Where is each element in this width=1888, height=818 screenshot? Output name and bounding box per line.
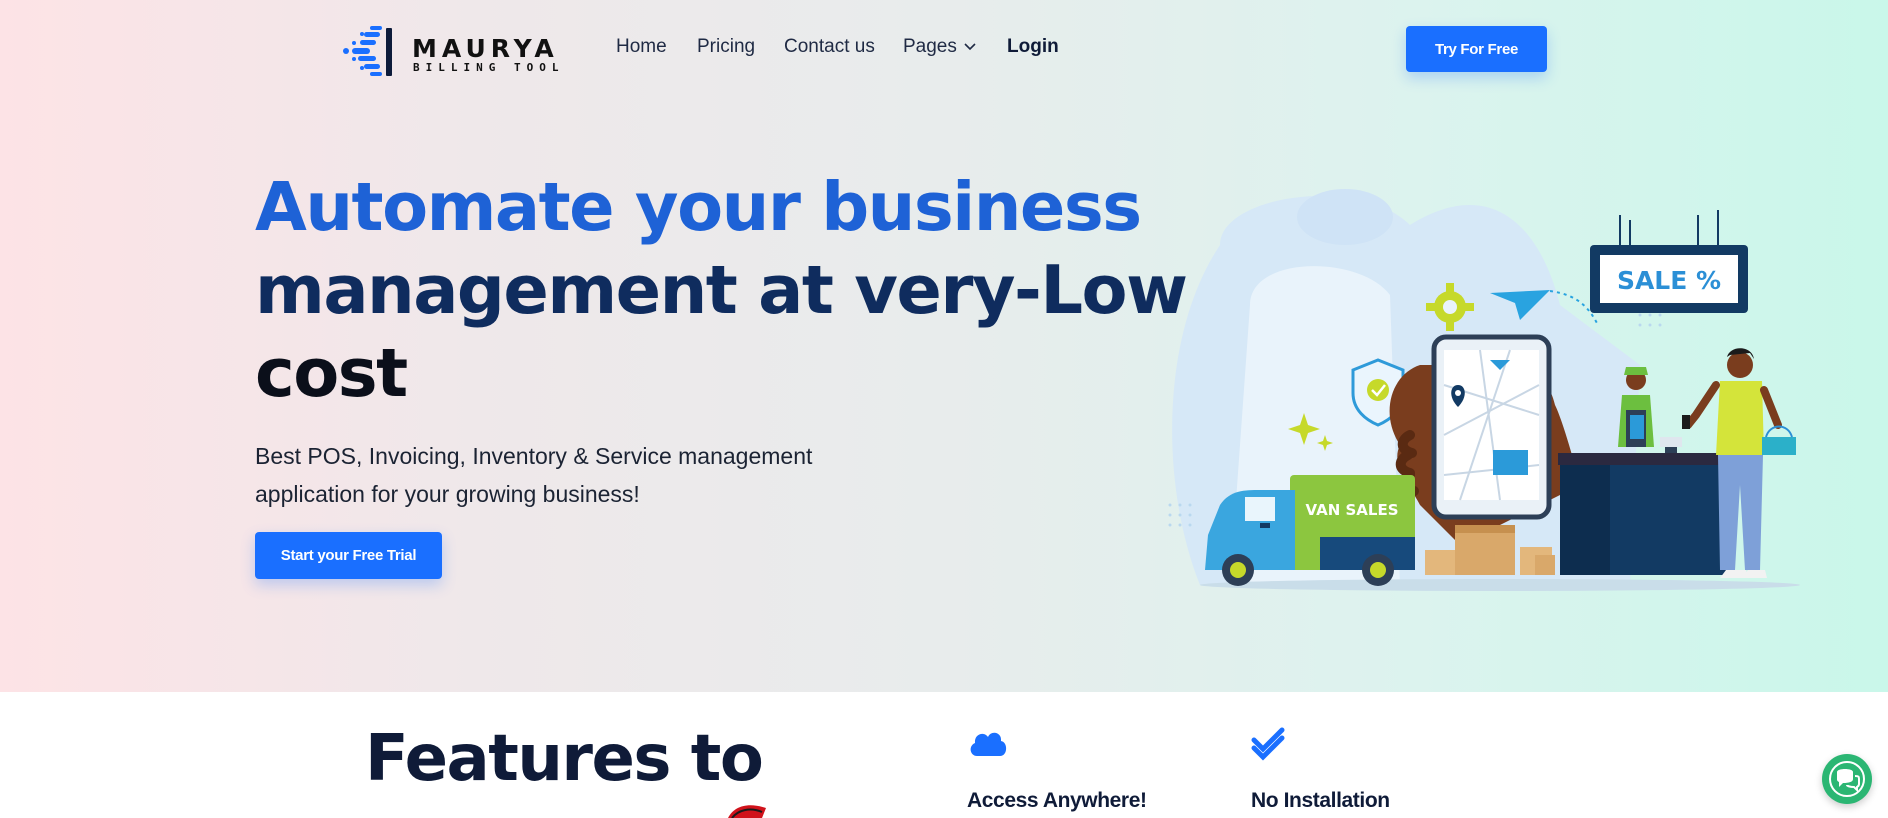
headline-line-2: management at very-Low	[255, 251, 1188, 329]
main-nav: Home Pricing Contact us Pages Login	[0, 36, 1888, 64]
nav-home[interactable]: Home	[616, 36, 667, 58]
nav-contact[interactable]: Contact us	[784, 36, 875, 58]
feature-label: No Installation	[1251, 789, 1390, 812]
feature-access-anywhere: Access Anywhere!	[967, 726, 1147, 812]
chat-bubbles-icon	[1829, 761, 1865, 797]
headline-line-3: cost	[255, 334, 408, 412]
chevron-down-icon	[964, 43, 976, 51]
feature-no-installation: No Installation	[1251, 726, 1390, 812]
try-for-free-button[interactable]: Try For Free	[1406, 26, 1547, 72]
nav-login[interactable]: Login	[1007, 36, 1059, 58]
features-title: Features to	[365, 722, 764, 796]
cloud-icon	[970, 732, 1007, 756]
headline-line-1: Automate your business	[255, 168, 1142, 246]
feature-label: Access Anywhere!	[967, 789, 1147, 812]
hero-section: MAURYA BILLING TOOL Home Pricing Contact…	[0, 0, 1888, 692]
van-sales-label: VAN SALES	[1306, 501, 1399, 519]
hero-headline: Automate your business management at ver…	[255, 166, 1188, 415]
start-free-trial-button[interactable]: Start your Free Trial	[255, 532, 442, 579]
nav-pricing[interactable]: Pricing	[697, 36, 755, 58]
nav-pages-label: Pages	[903, 36, 957, 57]
chat-button[interactable]	[1822, 754, 1872, 804]
hero-illustration: SALE % VAN SALES	[1168, 189, 1800, 591]
double-check-icon	[1251, 727, 1285, 761]
hero-subtitle: Best POS, Invoicing, Inventory & Service…	[255, 443, 813, 507]
red-swoosh-decoration	[728, 805, 766, 818]
sale-sign: SALE %	[1590, 210, 1748, 313]
sale-sign-text: SALE %	[1617, 266, 1721, 295]
nav-pages[interactable]: Pages	[903, 36, 977, 58]
